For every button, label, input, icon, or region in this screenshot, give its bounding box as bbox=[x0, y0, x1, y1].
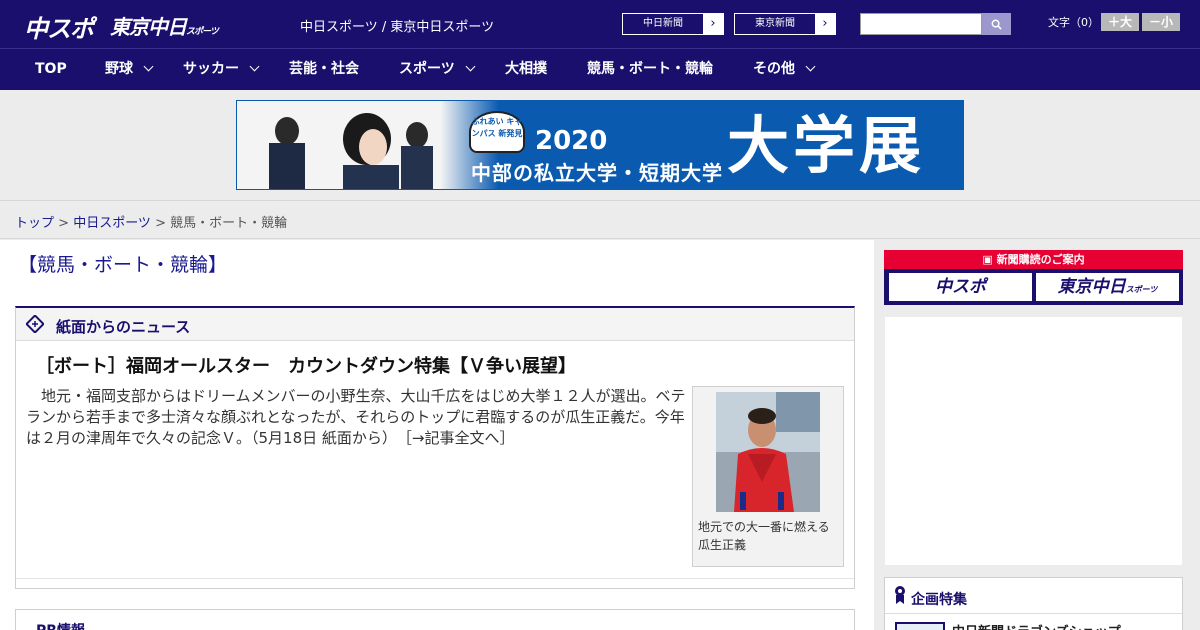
nav-item-sports[interactable]: スポーツ bbox=[399, 49, 476, 90]
news-section-title: 紙面からのニュース bbox=[56, 318, 191, 336]
nav-item-label: その他 bbox=[753, 61, 795, 77]
chevron-right-icon: › bbox=[815, 14, 835, 34]
tokyo-shimbun-label: 東京新聞 bbox=[755, 18, 795, 29]
article-photo[interactable] bbox=[716, 392, 820, 512]
divider bbox=[16, 578, 854, 579]
chunichi-shimbun-label: 中日新聞 bbox=[643, 18, 683, 29]
university-fair-banner[interactable]: ふれあい キャンパス 新発見 2020 中部の私立大学・短期大学 大学展 bbox=[236, 100, 964, 190]
feature-item-link[interactable]: 中日新聞ドラゴンズショップ bbox=[952, 621, 1121, 630]
feature-section-title: 企画特集 bbox=[911, 592, 967, 608]
breadcrumb-section[interactable]: 中日スポーツ bbox=[73, 216, 151, 231]
ad-slot[interactable] bbox=[884, 316, 1183, 566]
nav-item-top[interactable]: TOP bbox=[35, 49, 67, 90]
tokyo-shimbun-button[interactable]: 東京新聞 › bbox=[734, 13, 836, 35]
tokyo-chunichi-logo-text: 東京中日 bbox=[110, 15, 187, 39]
search-input[interactable] bbox=[860, 13, 982, 35]
subscribe-tokyo-chunichi-label: 東京中日 bbox=[1057, 277, 1126, 297]
banner-year: 2020 bbox=[535, 126, 608, 156]
chuspo-logo[interactable]: 中スポ bbox=[24, 9, 94, 44]
read-more-link[interactable]: ［→記事全文へ］ bbox=[404, 429, 514, 447]
page-title: 【競馬・ボート・競輪】 bbox=[18, 254, 228, 276]
main-nav: TOP 野球 サッカー 芸能・社会 スポーツ 大相撲 競馬・ボート・競輪 その他 bbox=[0, 48, 1200, 90]
breadcrumb-home[interactable]: トップ bbox=[15, 216, 54, 231]
nav-item-label: 芸能・社会 bbox=[289, 61, 359, 77]
font-size-label: 文字（0） bbox=[1048, 16, 1099, 29]
subscribe-chuspo-button[interactable]: 中スポ bbox=[889, 273, 1032, 301]
subscribe-tokyo-chunichi-button[interactable]: 東京中日スポーツ bbox=[1036, 273, 1179, 301]
breadcrumb-separator: > bbox=[150, 216, 171, 231]
nav-item-other[interactable]: その他 bbox=[753, 49, 816, 90]
breadcrumb-separator: > bbox=[54, 216, 74, 231]
newspaper-icon bbox=[26, 315, 44, 333]
news-section: 紙面からのニュース ［ボート］福岡オールスター カウントダウン特集【Ｖ争い展望】… bbox=[15, 306, 855, 589]
article-title[interactable]: ［ボート］福岡オールスター カウントダウン特集【Ｖ争い展望】 bbox=[36, 352, 576, 378]
feature-section: 企画特集 中日新聞ドラゴンズショップ bbox=[884, 577, 1183, 630]
breadcrumb: トップ > 中日スポーツ > 競馬・ボート・競輪 bbox=[15, 212, 287, 231]
nav-item-label: 大相撲 bbox=[505, 61, 547, 77]
nav-item-soccer[interactable]: サッカー bbox=[183, 49, 260, 90]
pr-section: PR情報 bbox=[15, 609, 855, 630]
subscription-header-text: 新聞購読のご案内 bbox=[996, 253, 1085, 266]
nav-item-label: サッカー bbox=[183, 61, 239, 77]
font-size-increase-button[interactable]: ＋大 bbox=[1101, 13, 1139, 31]
chevron-down-icon bbox=[805, 61, 816, 72]
nav-item-baseball[interactable]: 野球 bbox=[105, 49, 154, 90]
students-illustration bbox=[269, 113, 433, 189]
news-section-header: 紙面からのニュース bbox=[16, 308, 854, 341]
site-links[interactable]: 中日スポーツ / 東京中日スポーツ bbox=[300, 16, 494, 35]
nav-item-label: TOP bbox=[35, 61, 67, 77]
campus-badge: ふれあい キャンパス 新発見 bbox=[469, 111, 525, 153]
font-size-decrease-button[interactable]: －小 bbox=[1142, 13, 1180, 31]
tokyo-chunichi-logo[interactable]: 東京中日スポーツ bbox=[110, 11, 219, 40]
banner-subtitle: 中部の私立大学・短期大学 bbox=[471, 161, 723, 185]
chevron-down-icon bbox=[249, 61, 260, 72]
banner-headline: 大学展 bbox=[727, 109, 926, 182]
photo-caption: 地元での大一番に燃える瓜生正義 bbox=[698, 520, 830, 552]
nav-item-sumo[interactable]: 大相撲 bbox=[505, 49, 547, 90]
ticket-icon: ▣ bbox=[982, 253, 997, 266]
breadcrumb-bar: トップ > 中日スポーツ > 競馬・ボート・競輪 bbox=[0, 200, 1200, 239]
subscribe-tokyo-chunichi-small: スポーツ bbox=[1125, 285, 1158, 294]
divider bbox=[885, 613, 1182, 614]
nav-item-label: 野球 bbox=[105, 61, 133, 77]
nav-item-racing[interactable]: 競馬・ボート・競輪 bbox=[587, 49, 713, 90]
search-icon bbox=[991, 19, 1002, 30]
chevron-down-icon bbox=[143, 61, 154, 72]
nav-item-entertainment[interactable]: 芸能・社会 bbox=[289, 49, 359, 90]
chevron-down-icon bbox=[465, 61, 476, 72]
article-photo-box: 地元での大一番に燃える瓜生正義 bbox=[692, 386, 844, 567]
nav-item-label: スポーツ bbox=[399, 61, 455, 77]
article-summary: 地元・福岡支部からはドリームメンバーの小野生奈、大山千広をはじめ大挙１２人が選出… bbox=[26, 386, 686, 449]
chevron-right-icon: › bbox=[703, 14, 723, 34]
top-header: 中スポ 東京中日スポーツ 中日スポーツ / 東京中日スポーツ 中日新聞 › 東京… bbox=[0, 0, 1200, 48]
chunichi-shimbun-button[interactable]: 中日新聞 › bbox=[622, 13, 724, 35]
pr-section-title: PR情報 bbox=[36, 620, 85, 630]
subscription-box: ▣ 新聞購読のご案内 中スポ 東京中日スポーツ bbox=[884, 250, 1183, 305]
tokyo-chunichi-logo-small: スポーツ bbox=[186, 27, 219, 37]
feature-item-thumbnail[interactable] bbox=[895, 622, 945, 630]
subscription-header: ▣ 新聞購読のご案内 bbox=[884, 250, 1183, 269]
nav-item-label: 競馬・ボート・競輪 bbox=[587, 61, 713, 77]
article-summary-text: 地元・福岡支部からはドリームメンバーの小野生奈、大山千広をはじめ大挙１２人が選出… bbox=[26, 387, 686, 447]
breadcrumb-current: 競馬・ボート・競輪 bbox=[170, 216, 288, 231]
award-ribbon-icon bbox=[895, 586, 905, 604]
search-button[interactable] bbox=[982, 13, 1011, 35]
